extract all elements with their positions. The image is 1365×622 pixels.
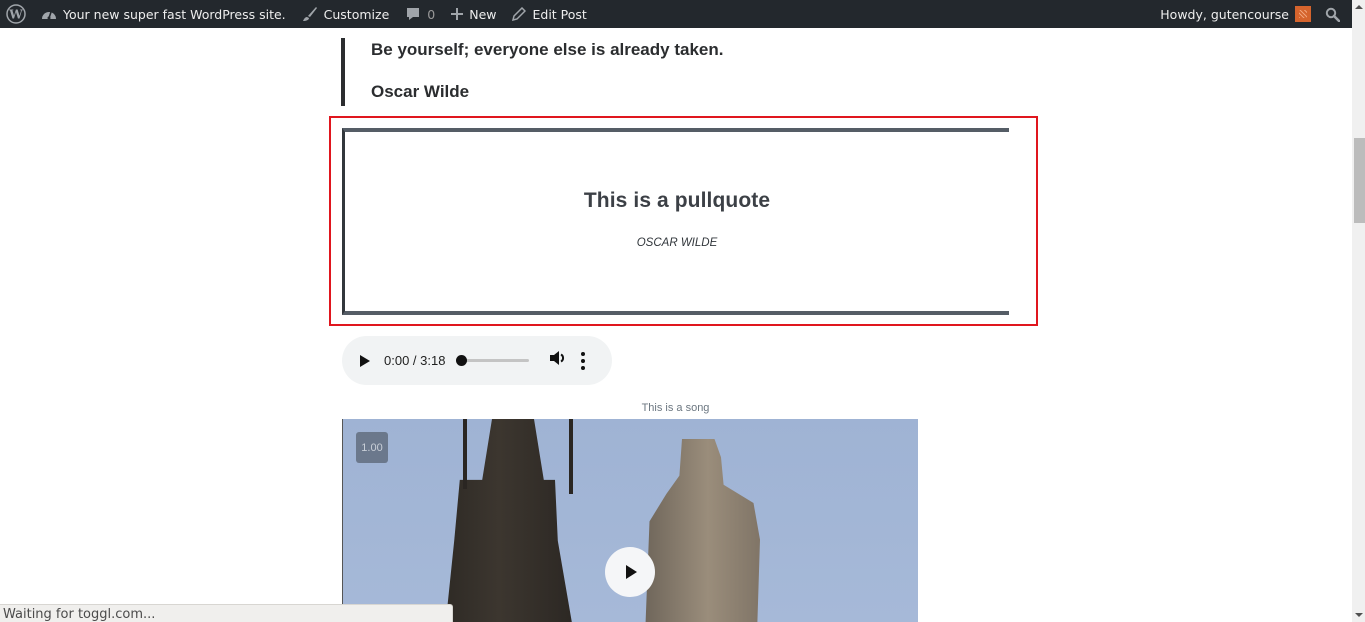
pullquote-block: This is a pullquote Oscar Wilde bbox=[342, 128, 1009, 315]
video-player[interactable]: 1.00 bbox=[342, 419, 918, 622]
arrow-up-icon bbox=[1354, 5, 1363, 9]
scrollbar-thumb[interactable] bbox=[1354, 138, 1365, 223]
plus-icon bbox=[451, 8, 464, 20]
comments-link[interactable]: 0 bbox=[397, 0, 443, 28]
edit-post-link[interactable]: Edit Post bbox=[504, 0, 594, 28]
page-scrollbar[interactable] bbox=[1352, 0, 1365, 622]
pullquote-citation: Oscar Wilde bbox=[636, 236, 718, 249]
browser-status-bar: Waiting for toggl.com... bbox=[0, 604, 453, 622]
customize-link[interactable]: Customize bbox=[294, 0, 398, 28]
my-account-menu[interactable]: Howdy, gutencourse bbox=[1152, 0, 1317, 28]
greeting-label: Howdy, gutencourse bbox=[1160, 6, 1289, 22]
more-options-icon[interactable] bbox=[581, 351, 586, 370]
site-name-label: Your new super fast WordPress site. bbox=[63, 6, 286, 22]
comment-bubble-icon bbox=[405, 6, 421, 22]
wordpress-logo-icon: W bbox=[6, 4, 26, 24]
admin-bar: W Your new super fast WordPress site. Cu… bbox=[0, 0, 1352, 28]
audio-seek-thumb[interactable] bbox=[456, 355, 468, 366]
video-play-button[interactable] bbox=[605, 547, 655, 597]
paintbrush-icon bbox=[302, 6, 318, 22]
svg-text:W: W bbox=[8, 8, 23, 22]
video-frame-spire bbox=[463, 419, 467, 489]
dashboard-gauge-icon bbox=[41, 7, 57, 21]
play-icon[interactable] bbox=[360, 354, 370, 367]
pullquote-text: This is a pullquote bbox=[583, 188, 771, 212]
pencil-icon bbox=[512, 7, 527, 21]
edit-post-label: Edit Post bbox=[532, 6, 587, 22]
new-content-menu[interactable]: New bbox=[443, 0, 504, 28]
scroll-down-button[interactable] bbox=[1352, 608, 1365, 622]
volume-icon[interactable] bbox=[549, 350, 567, 371]
video-frame-spire bbox=[569, 419, 573, 494]
audio-time: 0:00 / 3:18 bbox=[384, 353, 446, 368]
arrow-down-icon bbox=[1354, 613, 1363, 617]
quote-block: Be yourself; everyone else is already ta… bbox=[341, 38, 723, 106]
quote-citation: Oscar Wilde bbox=[371, 82, 470, 101]
wordpress-menu[interactable]: W bbox=[0, 0, 33, 28]
new-label: New bbox=[469, 6, 497, 22]
search-icon bbox=[1325, 7, 1340, 22]
avatar bbox=[1295, 6, 1311, 22]
search-button[interactable] bbox=[1317, 0, 1352, 28]
site-name-link[interactable]: Your new super fast WordPress site. bbox=[33, 0, 294, 28]
scroll-up-button[interactable] bbox=[1352, 0, 1365, 14]
customize-label: Customize bbox=[323, 6, 390, 22]
playback-speed-button[interactable]: 1.00 bbox=[356, 432, 388, 463]
quote-text: Be yourself; everyone else is already ta… bbox=[371, 40, 724, 59]
audio-player: 0:00 / 3:18 bbox=[342, 336, 612, 385]
audio-caption: This is a song bbox=[641, 402, 710, 414]
audio-seek-slider[interactable] bbox=[456, 355, 530, 366]
comments-count: 0 bbox=[427, 6, 436, 22]
video-frame-statue bbox=[645, 439, 760, 622]
play-icon bbox=[626, 565, 637, 579]
